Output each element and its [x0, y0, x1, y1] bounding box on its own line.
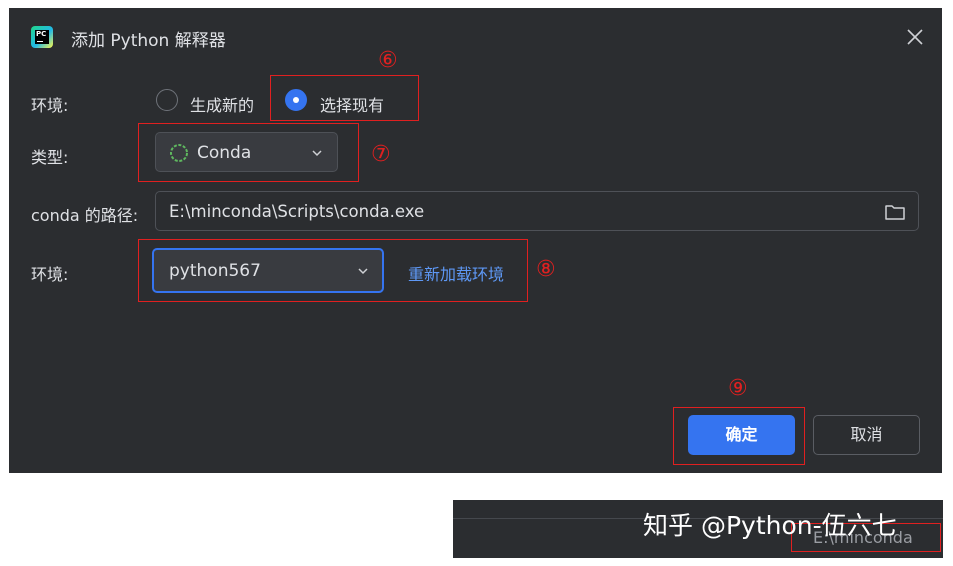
- type-label: 类型:: [31, 148, 69, 167]
- cancel-button[interactable]: 取消: [813, 415, 920, 455]
- close-icon[interactable]: [904, 26, 926, 48]
- annotation-box-7: [138, 123, 359, 182]
- annotation-number-9: ⑨: [728, 376, 748, 401]
- add-interpreter-dialog: PC 添加 Python 解释器 环境: 生成新的 选择现有 ⑥ 类型: Con…: [9, 8, 942, 473]
- environment-label: 环境:: [31, 265, 69, 284]
- annotation-number-8: ⑧: [536, 257, 556, 282]
- conda-path-field[interactable]: E:\minconda\Scripts\conda.exe: [155, 191, 919, 231]
- environment-mode-label: 环境:: [31, 96, 69, 115]
- annotation-box-8: [138, 239, 528, 302]
- app-icon-text: PC: [36, 30, 47, 38]
- dialog-title: 添加 Python 解释器: [71, 31, 226, 51]
- annotation-number-7: ⑦: [371, 142, 391, 167]
- zhihu-watermark: 知乎 @Python-伍六七: [643, 511, 897, 540]
- cropped-screenshot-strip: E:\minconda 知乎 @Python-伍六七: [453, 500, 943, 558]
- radio-generate-new-label[interactable]: 生成新的: [190, 92, 254, 116]
- annotation-box-9: [673, 407, 805, 465]
- dialog-title-bar: PC 添加 Python 解释器: [9, 8, 942, 64]
- annotation-number-6: ⑥: [378, 48, 398, 73]
- pycharm-app-icon: PC: [31, 26, 53, 48]
- annotation-box-6: [270, 75, 419, 121]
- conda-path-label: conda 的路径:: [31, 206, 139, 225]
- radio-generate-new[interactable]: [156, 89, 178, 111]
- folder-icon[interactable]: [884, 202, 906, 222]
- conda-path-value: E:\minconda\Scripts\conda.exe: [169, 202, 425, 221]
